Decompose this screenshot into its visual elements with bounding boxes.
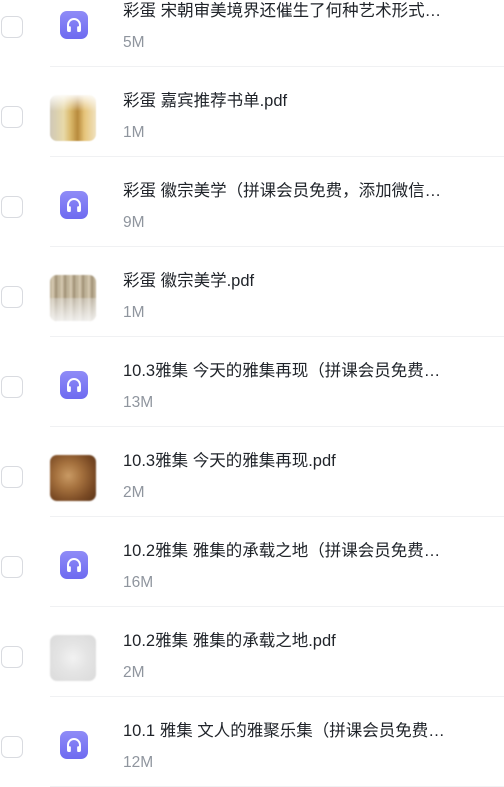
file-size: 12M — [123, 754, 154, 771]
select-checkbox[interactable] — [1, 736, 23, 758]
file-row[interactable]: 彩蛋 徽宗美学（拼课会员免费，添加微信… 9M — [0, 157, 504, 247]
file-name: 彩蛋 宋朝审美境界还催生了何种艺术形式… — [123, 2, 442, 20]
pdf-thumbnail — [50, 275, 96, 321]
select-checkbox[interactable] — [1, 376, 23, 398]
file-name: 10.3雅集 今天的雅集再现（拼课会员免费… — [123, 362, 441, 380]
file-name: 彩蛋 嘉宾推荐书单.pdf — [123, 92, 288, 110]
file-list: 彩蛋 宋朝审美境界还催生了何种艺术形式… 5M 彩蛋 嘉宾推荐书单.pdf 1M… — [0, 0, 504, 787]
select-checkbox[interactable] — [1, 106, 23, 128]
file-size: 1M — [123, 304, 145, 321]
file-row[interactable]: 彩蛋 徽宗美学.pdf 1M — [0, 247, 504, 337]
headphones-icon — [60, 11, 88, 39]
file-name: 10.2雅集 雅集的承载之地（拼课会员免费… — [123, 542, 441, 560]
file-size: 9M — [123, 214, 145, 231]
headphones-icon — [60, 551, 88, 579]
file-row[interactable]: 10.3雅集 今天的雅集再现（拼课会员免费… 13M — [0, 337, 504, 427]
headphones-icon — [67, 18, 81, 32]
file-size: 1M — [123, 124, 145, 141]
headphones-icon — [60, 371, 88, 399]
headphones-icon — [67, 558, 81, 572]
pdf-thumbnail — [50, 455, 96, 501]
select-checkbox[interactable] — [1, 16, 23, 38]
file-row[interactable]: 彩蛋 宋朝审美境界还催生了何种艺术形式… 5M — [0, 0, 504, 67]
headphones-icon — [67, 738, 81, 752]
file-name: 10.3雅集 今天的雅集再现.pdf — [123, 452, 336, 470]
select-checkbox[interactable] — [1, 286, 23, 308]
file-name: 彩蛋 徽宗美学.pdf — [123, 272, 255, 290]
file-size: 2M — [123, 484, 145, 501]
headphones-icon — [60, 731, 88, 759]
file-name: 10.2雅集 雅集的承载之地.pdf — [123, 632, 336, 650]
headphones-icon — [67, 378, 81, 392]
file-row[interactable]: 彩蛋 嘉宾推荐书单.pdf 1M — [0, 67, 504, 157]
file-row[interactable]: 10.2雅集 雅集的承载之地.pdf 2M — [0, 607, 504, 697]
file-size: 2M — [123, 664, 145, 681]
select-checkbox[interactable] — [1, 556, 23, 578]
file-name: 10.1 雅集 文人的雅聚乐集（拼课会员免费… — [123, 722, 445, 740]
file-row[interactable]: 10.3雅集 今天的雅集再现.pdf 2M — [0, 427, 504, 517]
headphones-icon — [60, 191, 88, 219]
select-checkbox[interactable] — [1, 466, 23, 488]
file-size: 5M — [123, 34, 145, 51]
file-size: 16M — [123, 574, 154, 591]
pdf-thumbnail — [50, 635, 96, 681]
file-name: 彩蛋 徽宗美学（拼课会员免费，添加微信… — [123, 182, 442, 200]
headphones-icon — [67, 198, 81, 212]
file-size: 13M — [123, 394, 154, 411]
file-row[interactable]: 10.2雅集 雅集的承载之地（拼课会员免费… 16M — [0, 517, 504, 607]
pdf-thumbnail — [50, 95, 96, 141]
select-checkbox[interactable] — [1, 646, 23, 668]
file-row[interactable]: 10.1 雅集 文人的雅聚乐集（拼课会员免费… 12M — [0, 697, 504, 787]
select-checkbox[interactable] — [1, 196, 23, 218]
